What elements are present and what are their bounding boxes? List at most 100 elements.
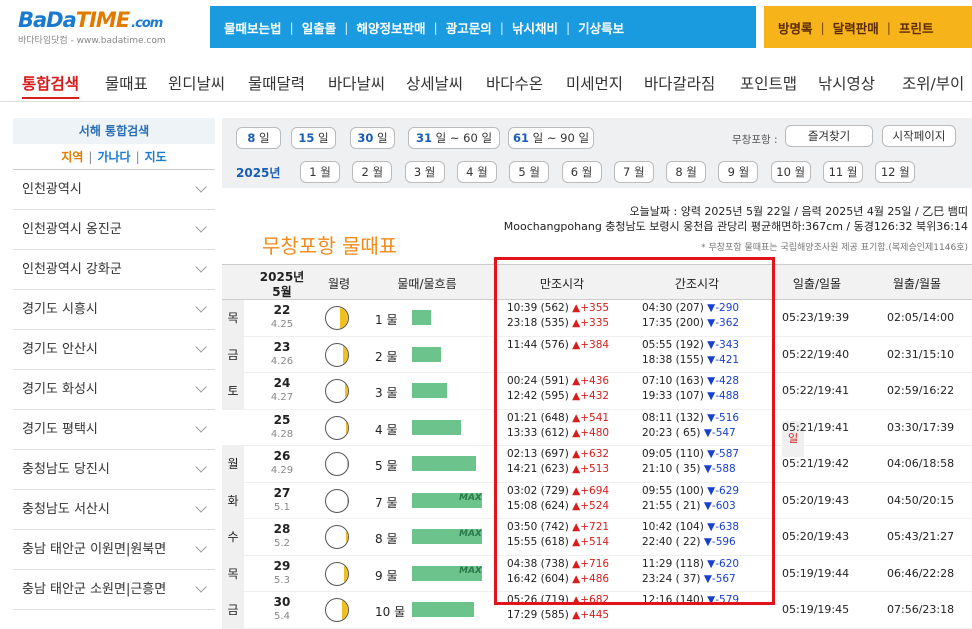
lunar-date: 5.3 bbox=[274, 574, 290, 586]
sidebar-item[interactable]: 충남 태안군 이원면|원북면 bbox=[13, 530, 215, 570]
lunar-date: 4.28 bbox=[270, 428, 294, 440]
month-button-11[interactable]: 11 월 bbox=[823, 161, 863, 183]
menu-item-9[interactable]: 포인트맵 bbox=[740, 72, 797, 94]
logo-part1: BaDa bbox=[18, 8, 77, 32]
sidebar-item[interactable]: 인천광역시 강화군 bbox=[13, 250, 215, 290]
month-button-6[interactable]: 6 월 bbox=[561, 161, 602, 183]
moon-phase-icon bbox=[325, 379, 349, 403]
range-button-4[interactable]: 61 일 ~ 90 일 bbox=[508, 127, 594, 149]
moon-lit-part bbox=[347, 453, 348, 475]
sidebar-item[interactable]: 충남 태안군 소원면|근흥면 bbox=[13, 570, 215, 610]
chevron-down-icon bbox=[195, 421, 207, 433]
sidebar-tab-region[interactable]: 지역 bbox=[61, 150, 83, 164]
moonrise-moonset: 04:50/20:15 bbox=[887, 493, 955, 507]
day-of-week: 목 bbox=[222, 300, 244, 336]
moon-phase-icon bbox=[325, 525, 349, 549]
tide-stage: 2 물 bbox=[375, 349, 398, 364]
header-month: 5월 bbox=[272, 285, 292, 299]
today-info: 오늘날짜 : 양력 2025년 5월 22일 / 음력 2025년 4월 25일… bbox=[629, 205, 968, 218]
favorite-button[interactable]: 즐겨찾기 bbox=[785, 125, 873, 147]
month-button-10[interactable]: 10 월 bbox=[770, 161, 811, 183]
menu-item-1[interactable]: 물때표 bbox=[105, 72, 148, 94]
chevron-down-icon bbox=[195, 341, 207, 353]
month-button-7[interactable]: 7 월 bbox=[613, 161, 654, 183]
menu-item-3[interactable]: 물때달력 bbox=[248, 72, 305, 94]
topnav-link-3[interactable]: 광고문의 bbox=[446, 18, 492, 37]
month-button-4[interactable]: 4 월 bbox=[456, 161, 497, 183]
logo-subtitle: 바다타임닷컴 - www.badatime.com bbox=[18, 36, 166, 46]
moon-lit-part bbox=[345, 526, 348, 548]
sidebar-item[interactable]: 충청남도 당진시 bbox=[13, 450, 215, 490]
sidebar-tab-alpha[interactable]: 가나다 bbox=[97, 150, 130, 164]
high-tide-2-diff: ▲+445 bbox=[572, 609, 610, 621]
day-of-week: 토 bbox=[222, 373, 244, 409]
range-button-3[interactable]: 31 일 ~ 60 일 bbox=[408, 127, 500, 149]
day-of-week: 수 bbox=[222, 519, 244, 555]
month-button-9[interactable]: 9 월 bbox=[718, 161, 759, 183]
tide-stage: 9 물 bbox=[375, 568, 398, 583]
sidebar-item-label: 경기도 시흥시 bbox=[22, 302, 98, 317]
day-of-week: 금 bbox=[222, 592, 244, 628]
sidebar-item[interactable]: 경기도 평택시 bbox=[13, 410, 215, 450]
lunar-date: 4.25 bbox=[270, 319, 294, 330]
sunrise-sunset: 05:19/19:44 bbox=[782, 566, 850, 580]
max-label: MAX bbox=[459, 565, 482, 576]
menu-item-4[interactable]: 바다날씨 bbox=[328, 72, 385, 94]
range-button-1[interactable]: 15 일 bbox=[291, 127, 336, 149]
range-button-2[interactable]: 30 일 bbox=[350, 127, 395, 149]
sidebar-item[interactable]: 인천광역시 옹진군 bbox=[13, 210, 215, 250]
lunar-date: 5.4 bbox=[274, 611, 290, 622]
month-button-2[interactable]: 2 월 bbox=[352, 161, 393, 183]
moon-phase-icon bbox=[325, 452, 349, 476]
sidebar-item[interactable]: 경기도 화성시 bbox=[13, 370, 215, 410]
day-of-week: 월 bbox=[222, 446, 244, 482]
sunrise-sunset: 05:23/19:39 bbox=[782, 311, 850, 324]
sidebar-item-label: 충남 태안군 소원면|근흥면 bbox=[22, 582, 167, 597]
menu-item-0[interactable]: 통합검색 bbox=[22, 72, 80, 99]
sidebar-item[interactable]: 충청남도 서산시 bbox=[13, 490, 215, 530]
sidebar-title: 서해 통합검색 bbox=[13, 118, 215, 144]
sidebar-item-label: 경기도 안산시 bbox=[22, 342, 98, 357]
sidebar-item[interactable]: 인천광역시 bbox=[13, 170, 215, 210]
sidebar-item[interactable]: 경기도 시흥시 bbox=[13, 290, 215, 330]
menu-item-10[interactable]: 낚시영상 bbox=[818, 72, 875, 94]
topnav-link-4[interactable]: 낚시채비 bbox=[512, 18, 558, 37]
nav-separator: | bbox=[499, 19, 504, 35]
sunrise-sunset: 05:20/19:43 bbox=[782, 493, 850, 507]
source-note: * 무창포항 물때표는 국립해양조사원 제공 표기함.(복제승인제1146호) bbox=[701, 243, 968, 253]
month-button-12[interactable]: 12 월 bbox=[875, 161, 916, 183]
topright-link-2[interactable]: 프린트 bbox=[899, 18, 934, 37]
menu-item-7[interactable]: 미세먼지 bbox=[566, 72, 623, 94]
moon-lit-part bbox=[346, 416, 348, 439]
menu-item-11[interactable]: 조위/부이 bbox=[902, 72, 964, 94]
month-button-3[interactable]: 3 월 bbox=[404, 161, 445, 183]
moonrise-moonset: 02:05/14:00 bbox=[887, 311, 955, 324]
header-moonrise: 월출/월몰 bbox=[892, 277, 942, 291]
topnav-link-0[interactable]: 물때보는법 bbox=[224, 18, 282, 37]
sunrise-sunset: 05:22/19:40 bbox=[782, 347, 850, 361]
topnav-link-2[interactable]: 해양정보판매 bbox=[356, 18, 425, 37]
topright-link-0[interactable]: 방명록 bbox=[778, 18, 813, 37]
logo-part2: TIME bbox=[75, 8, 130, 32]
topnav-link-1[interactable]: 일출몰 bbox=[302, 18, 337, 37]
top-nav: 물때보는법 | 일출몰 | 해양정보판매 | 광고문의 | 낚시채비 | 기상특보 bbox=[210, 6, 756, 48]
sidebar-item[interactable]: 경기도 안산시 bbox=[13, 330, 215, 370]
range-button-0[interactable]: 8 일 bbox=[236, 127, 281, 149]
moon-phase-icon bbox=[325, 598, 349, 622]
menu-item-5[interactable]: 상세날씨 bbox=[406, 72, 463, 94]
page-title: 무창포항 물때표 bbox=[262, 234, 398, 258]
month-button-1[interactable]: 1 월 bbox=[300, 161, 340, 183]
menu-item-8[interactable]: 바다갈라짐 bbox=[644, 72, 715, 94]
topright-link-1[interactable]: 달력판매 bbox=[833, 18, 879, 37]
menu-item-2[interactable]: 윈디날씨 bbox=[168, 72, 225, 94]
month-button-8[interactable]: 8 월 bbox=[666, 161, 707, 183]
moon-lit-part bbox=[340, 307, 348, 329]
start-page-button[interactable]: 시작페이지 bbox=[882, 125, 956, 147]
month-button-5[interactable]: 5 월 bbox=[509, 161, 550, 183]
range-rest-3: 일 ~ 60 일 bbox=[431, 131, 493, 145]
sidebar-tab-map[interactable]: 지도 bbox=[145, 150, 167, 164]
logo[interactable]: BaDaTIME .com 바다타임닷컴 - www.badatime.com bbox=[18, 8, 198, 48]
menu-item-6[interactable]: 바다수온 bbox=[486, 72, 543, 94]
topnav-link-5[interactable]: 기상특보 bbox=[578, 18, 624, 37]
sunrise-sunset: 05:21/19:42 bbox=[782, 457, 850, 470]
